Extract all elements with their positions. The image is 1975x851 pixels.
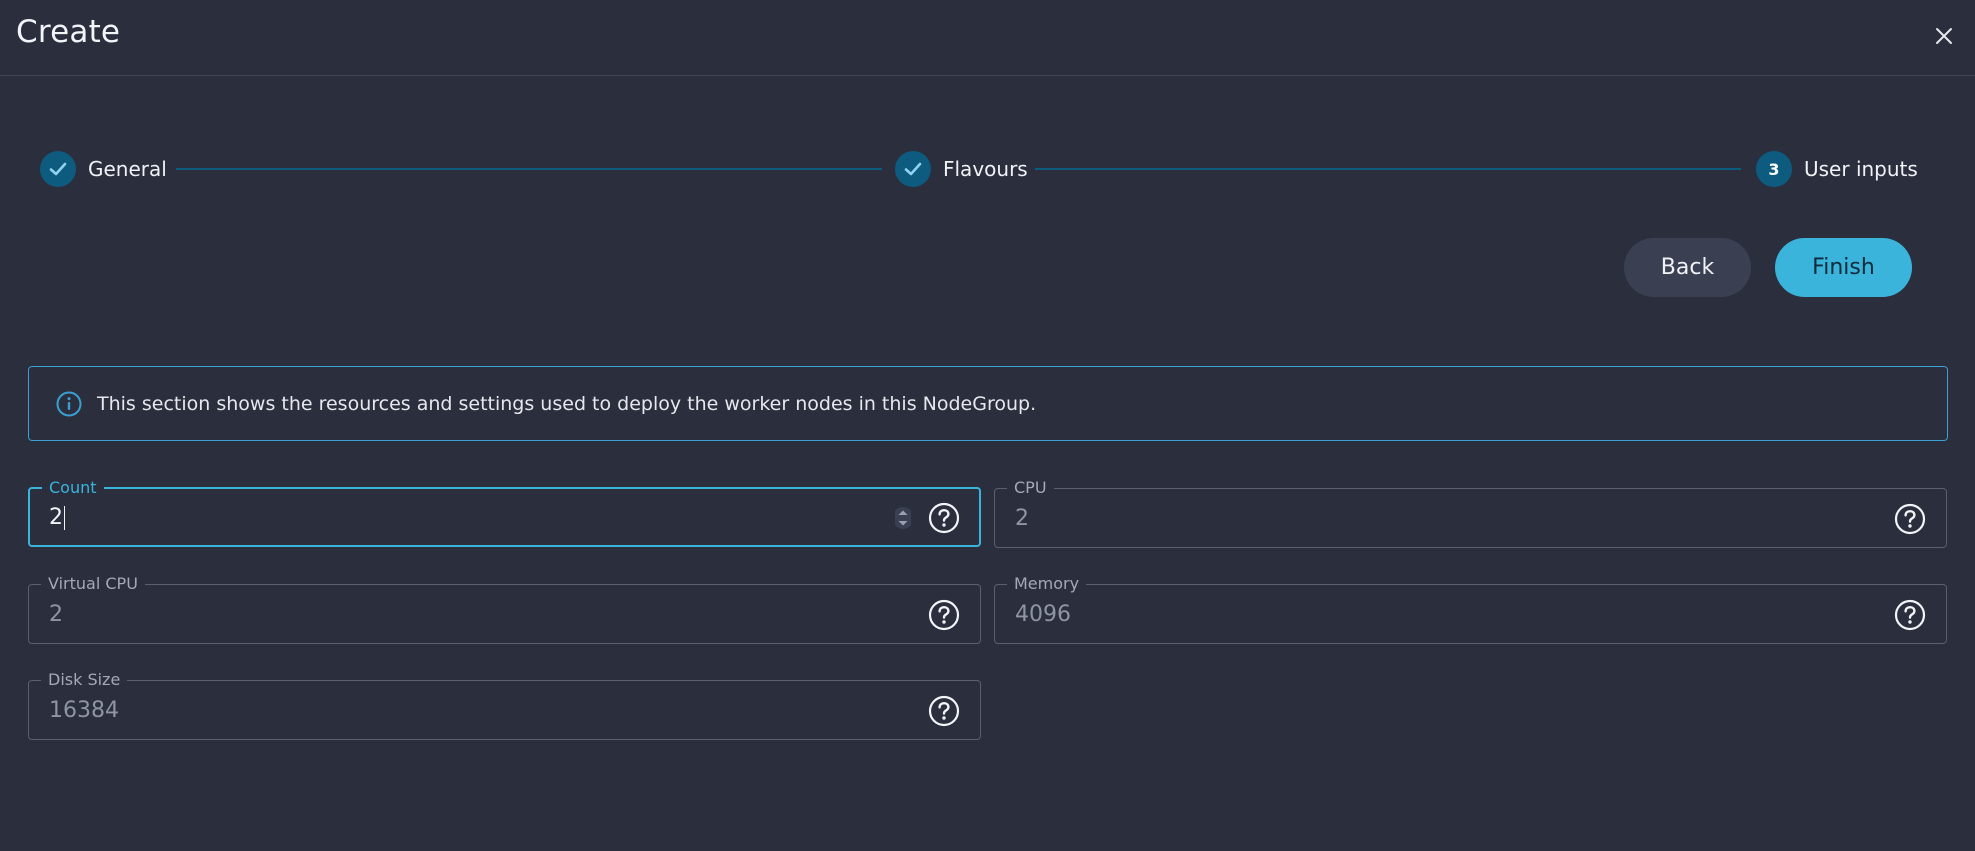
count-input[interactable]: 2 <box>49 505 65 530</box>
step-user-inputs: 3 User inputs <box>1756 151 1918 187</box>
memory-field[interactable]: Memory 4096 <box>994 573 1947 644</box>
help-icon[interactable] <box>928 695 960 727</box>
step-connector <box>1035 168 1741 170</box>
step-label: General <box>88 157 167 181</box>
cpu-label: CPU <box>1007 477 1054 499</box>
info-icon <box>56 391 82 416</box>
memory-value: 4096 <box>1015 602 1071 627</box>
info-text: This section shows the resources and set… <box>97 392 1037 415</box>
count-stepper[interactable] <box>893 502 913 534</box>
step-label: Flavours <box>943 157 1028 181</box>
help-icon[interactable] <box>928 502 960 534</box>
check-icon <box>49 162 67 176</box>
step-complete-circle <box>895 151 931 187</box>
check-icon <box>904 162 922 176</box>
count-value: 2 <box>49 505 63 530</box>
disk-size-field[interactable]: Disk Size 16384 <box>28 669 981 740</box>
disk-size-label: Disk Size <box>41 669 128 691</box>
text-caret <box>64 506 65 530</box>
step-general: General <box>40 151 167 187</box>
finish-button[interactable]: Finish <box>1775 238 1912 297</box>
step-number: 3 <box>1768 159 1780 179</box>
step-flavours: Flavours <box>895 151 1028 187</box>
virtual-cpu-field[interactable]: Virtual CPU 2 <box>28 573 981 644</box>
disk-size-value: 16384 <box>49 698 119 723</box>
back-button[interactable]: Back <box>1624 238 1751 297</box>
dialog-title: Create <box>16 14 121 50</box>
stepper: General Flavours 3 User inputs <box>0 146 1975 192</box>
dialog-header: Create <box>0 0 1975 76</box>
count-label: Count <box>42 477 104 499</box>
virtual-cpu-value: 2 <box>49 602 63 627</box>
step-active-circle: 3 <box>1756 151 1792 187</box>
spinner-arrows-icon <box>895 507 911 529</box>
step-connector <box>176 168 882 170</box>
close-button[interactable] <box>1928 20 1960 52</box>
cpu-field[interactable]: CPU 2 <box>994 477 1947 548</box>
info-banner: This section shows the resources and set… <box>28 366 1948 441</box>
cpu-value: 2 <box>1015 506 1029 531</box>
count-field[interactable]: Count 2 <box>28 477 981 547</box>
help-icon[interactable] <box>1894 503 1926 535</box>
close-icon <box>1936 28 1952 44</box>
create-dialog: Create General Flavours 3 User inputs Ba… <box>0 0 1975 851</box>
step-complete-circle <box>40 151 76 187</box>
help-icon[interactable] <box>1894 599 1926 631</box>
step-label: User inputs <box>1804 157 1918 181</box>
memory-label: Memory <box>1007 573 1087 595</box>
virtual-cpu-label: Virtual CPU <box>41 573 145 595</box>
help-icon[interactable] <box>928 599 960 631</box>
